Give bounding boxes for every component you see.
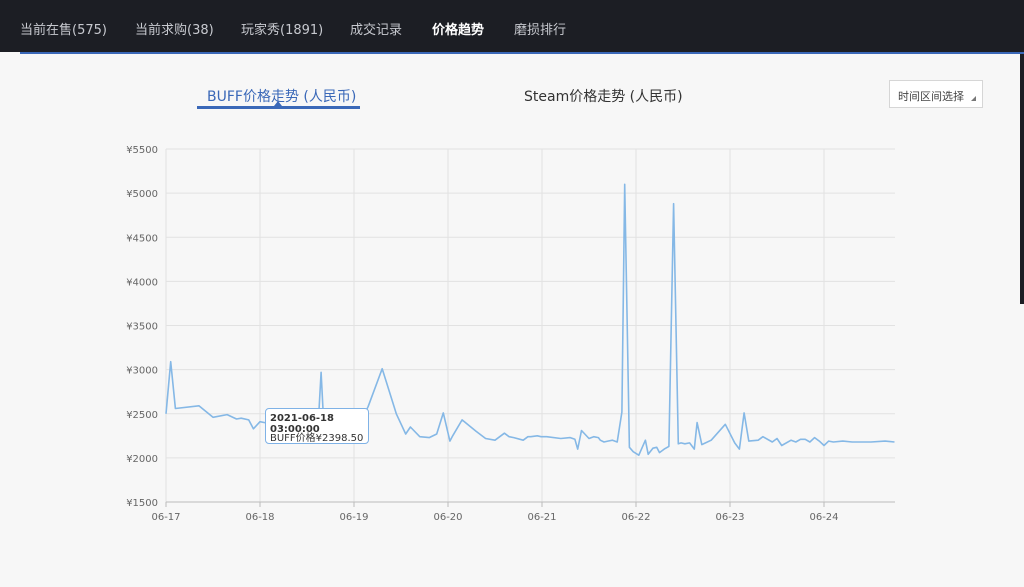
tab-price-trend[interactable]: 价格趋势 xyxy=(432,19,484,38)
y-tick-label: ¥5500 xyxy=(126,145,158,156)
active-tab-underline xyxy=(197,106,360,109)
x-tick-label: 06-19 xyxy=(339,512,368,523)
tooltip-price: BUFF价格¥2398.50 xyxy=(270,433,364,444)
x-tick-label: 06-22 xyxy=(621,512,650,523)
tab-transaction-history[interactable]: 成交记录 xyxy=(350,19,402,38)
y-tick-label: ¥4000 xyxy=(126,277,158,288)
y-tick-label: ¥3500 xyxy=(126,322,158,333)
y-tick-label: ¥1500 xyxy=(126,498,158,509)
time-range-select-label: 时间区间选择 xyxy=(898,90,964,103)
page-scrollbar[interactable] xyxy=(1020,54,1024,304)
select-arrow-icon xyxy=(971,96,976,101)
nav-underline xyxy=(20,52,1024,54)
time-range-select[interactable]: 时间区间选择 xyxy=(889,80,983,108)
tab-wear-ranking[interactable]: 磨损排行 xyxy=(514,19,566,38)
x-tick-label: 06-23 xyxy=(715,512,744,523)
x-tick-label: 06-21 xyxy=(527,512,556,523)
top-nav-bar: 当前在售(575) 当前求购(38) 玩家秀(1891) 成交记录 价格趋势 磨… xyxy=(0,0,1024,54)
y-tick-label: ¥3000 xyxy=(126,366,158,377)
tab-player-showcase[interactable]: 玩家秀(1891) xyxy=(241,19,323,38)
x-tick-label: 06-20 xyxy=(433,512,462,523)
active-tab-caret-icon xyxy=(274,101,282,106)
x-tick-label: 06-24 xyxy=(809,512,838,523)
y-tick-label: ¥5000 xyxy=(126,189,158,200)
x-tick-label: 06-18 xyxy=(245,512,274,523)
chart-tooltip: 2021-06-18 03:00:00 BUFF价格¥2398.50 xyxy=(265,408,369,444)
y-tick-label: ¥4500 xyxy=(126,233,158,244)
tab-steam-price-trend[interactable]: Steam价格走势 (人民币) xyxy=(524,86,683,106)
price-trend-chart[interactable]: ¥5500 ¥5000 ¥4500 ¥4000 ¥3500 ¥3000 ¥2500 ¥2000… xyxy=(0,0,1024,587)
tab-on-sale[interactable]: 当前在售(575) xyxy=(20,19,107,38)
tab-buy-orders[interactable]: 当前求购(38) xyxy=(135,19,214,38)
x-tick-label: 06-17 xyxy=(151,512,180,523)
y-tick-label: ¥2500 xyxy=(126,410,158,421)
y-tick-label: ¥2000 xyxy=(126,454,158,465)
